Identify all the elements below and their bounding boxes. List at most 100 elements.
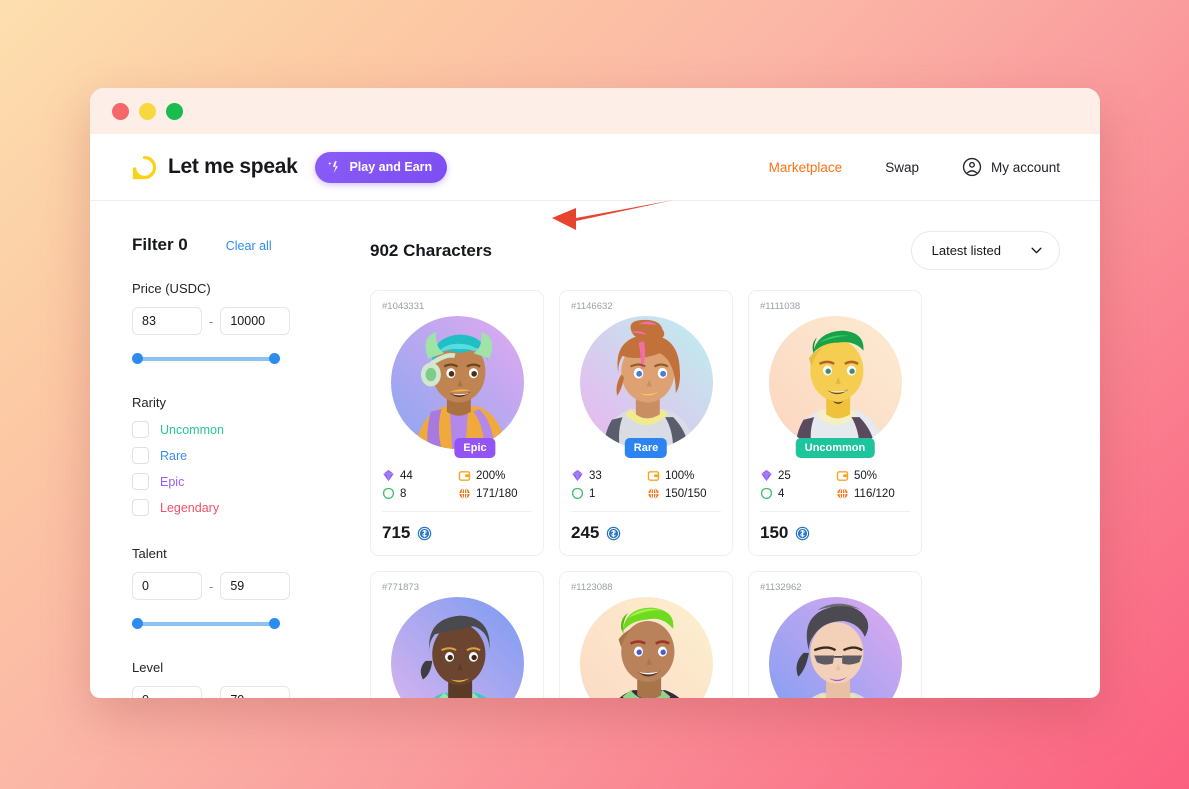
talent-max-input[interactable] <box>220 572 291 600</box>
character-card[interactable]: #1132962 <box>748 571 922 698</box>
character-id: #1111038 <box>760 301 801 312</box>
wallet-icon <box>458 471 471 481</box>
price-filter-group: Price (USDC) - <box>132 281 328 365</box>
character-id: #771873 <box>382 582 419 593</box>
talent-min-input[interactable] <box>132 572 202 600</box>
level-min-input[interactable] <box>132 686 202 698</box>
character-card[interactable]: #771873 <box>370 571 544 698</box>
character-avatar-image <box>579 597 713 698</box>
globe-icon <box>648 487 659 500</box>
play-and-earn-button[interactable]: Play and Earn <box>315 151 448 183</box>
level-range-dash: - <box>209 693 213 699</box>
talent-slider-knob-min[interactable] <box>132 618 143 629</box>
character-card[interactable]: #1111038 Uncommon 25 50% 4 116/120 150 <box>748 290 922 556</box>
stat-gem-value: 44 <box>400 469 413 482</box>
character-avatar-image <box>768 597 902 698</box>
stat-globe-value: 150/150 <box>665 487 707 500</box>
character-card[interactable]: #1146632 Rare 33 100% 1 150/150 245 <box>559 290 733 556</box>
character-price: 715 <box>382 523 411 542</box>
window-titlebar <box>90 88 1100 134</box>
rarity-filter-group: Rarity Uncommon Rare Epic Legendary <box>132 395 328 516</box>
price-max-input[interactable] <box>220 307 291 335</box>
nav-link-swap[interactable]: Swap <box>885 160 919 175</box>
character-count-title: 902 Characters <box>370 240 492 260</box>
stat-wallet: 100% <box>647 469 721 482</box>
usdc-coin-icon <box>607 526 621 540</box>
talent-slider-track <box>132 622 280 626</box>
rarity-checkbox-legendary[interactable] <box>132 499 149 516</box>
avatar-container <box>760 597 910 698</box>
stat-wallet-value: 50% <box>854 469 878 482</box>
rarity-checkbox-epic[interactable] <box>132 473 149 490</box>
character-stats: 33 100% 1 150/150 <box>571 469 721 512</box>
stat-shield-value: 8 <box>400 487 407 500</box>
brand-name: Let me speak <box>168 155 298 178</box>
stat-wallet-value: 200% <box>476 469 506 482</box>
site-header: Let me speak Play and Earn Marketplace S… <box>90 134 1100 201</box>
level-filter-group: Level - <box>132 660 328 698</box>
gem-icon <box>383 469 394 482</box>
stat-wallet: 200% <box>458 469 532 482</box>
filter-header: Filter 0 Clear all <box>132 235 328 255</box>
sort-dropdown[interactable]: Latest listed <box>910 231 1060 270</box>
rarity-label-rare: Rare <box>160 448 188 463</box>
stat-globe: 150/150 <box>647 487 721 500</box>
brand-logo[interactable]: Let me speak <box>132 155 298 180</box>
character-price-row: 150 <box>760 523 910 543</box>
price-slider-knob-min[interactable] <box>132 353 143 364</box>
nav-link-marketplace[interactable]: Marketplace <box>769 160 843 175</box>
stat-gem: 25 <box>760 469 834 482</box>
price-slider-knob-max[interactable] <box>269 353 280 364</box>
shield-icon <box>760 487 773 500</box>
rarity-label-legendary: Legendary <box>160 500 220 515</box>
rarity-option-uncommon[interactable]: Uncommon <box>132 421 328 438</box>
clear-all-button[interactable]: Clear all <box>226 239 272 253</box>
talent-filter-group: Talent - <box>132 546 328 630</box>
stat-shield-value: 4 <box>778 487 785 500</box>
browser-window: Let me speak Play and Earn Marketplace S… <box>90 88 1100 698</box>
price-min-input[interactable] <box>132 307 202 335</box>
character-price-row: 245 <box>571 523 721 543</box>
character-grid: #1043331 Epic 44 200% 8 171/180 715 #114… <box>370 290 1060 698</box>
speech-bubble-logo-icon <box>132 155 157 179</box>
character-price: 150 <box>760 523 789 542</box>
close-window-button[interactable] <box>112 102 129 120</box>
rarity-checkbox-uncommon[interactable] <box>132 421 149 438</box>
maximize-window-button[interactable] <box>166 102 183 120</box>
price-slider-track <box>132 357 280 361</box>
stat-gem-value: 33 <box>589 469 602 482</box>
character-grid-panel: 902 Characters Latest listed #1043331 Ep… <box>370 201 1100 698</box>
character-avatar-image <box>390 597 524 698</box>
avatar-container <box>382 597 532 698</box>
price-range-slider[interactable] <box>132 353 280 365</box>
chevron-down-icon <box>1031 247 1042 254</box>
talent-range-slider[interactable] <box>132 618 280 630</box>
stat-globe: 171/180 <box>458 487 532 500</box>
rarity-filter-label: Rarity <box>132 395 166 410</box>
filter-sidebar: Filter 0 Clear all Price (USDC) - <box>90 201 370 698</box>
rarity-checkbox-rare[interactable] <box>132 447 149 464</box>
character-avatar-image <box>390 316 524 449</box>
character-card[interactable]: #1043331 Epic 44 200% 8 171/180 715 <box>370 290 544 556</box>
minimize-window-button[interactable] <box>139 102 156 120</box>
usdc-coin-icon <box>418 526 432 540</box>
character-card[interactable]: #1123088 <box>559 571 733 698</box>
level-max-input[interactable] <box>220 686 291 698</box>
rarity-option-legendary[interactable]: Legendary <box>132 499 328 516</box>
avatar-container: Epic <box>382 316 532 458</box>
my-account-label: My account <box>990 159 1060 175</box>
rarity-option-epic[interactable]: Epic <box>132 473 328 490</box>
rarity-label-epic: Epic <box>160 474 185 489</box>
stat-globe-value: 171/180 <box>476 487 518 500</box>
globe-icon <box>837 487 848 500</box>
stat-shield: 4 <box>760 487 834 500</box>
sort-dropdown-value: Latest listed <box>931 243 1001 258</box>
gem-icon <box>761 469 772 482</box>
grid-header: 902 Characters Latest listed <box>370 231 1060 270</box>
talent-slider-knob-max[interactable] <box>269 618 280 629</box>
stat-wallet: 50% <box>836 469 910 482</box>
stat-shield: 8 <box>382 487 456 500</box>
my-account-button[interactable]: My account <box>962 157 1060 177</box>
character-id: #1043331 <box>382 301 425 312</box>
rarity-option-rare[interactable]: Rare <box>132 447 328 464</box>
